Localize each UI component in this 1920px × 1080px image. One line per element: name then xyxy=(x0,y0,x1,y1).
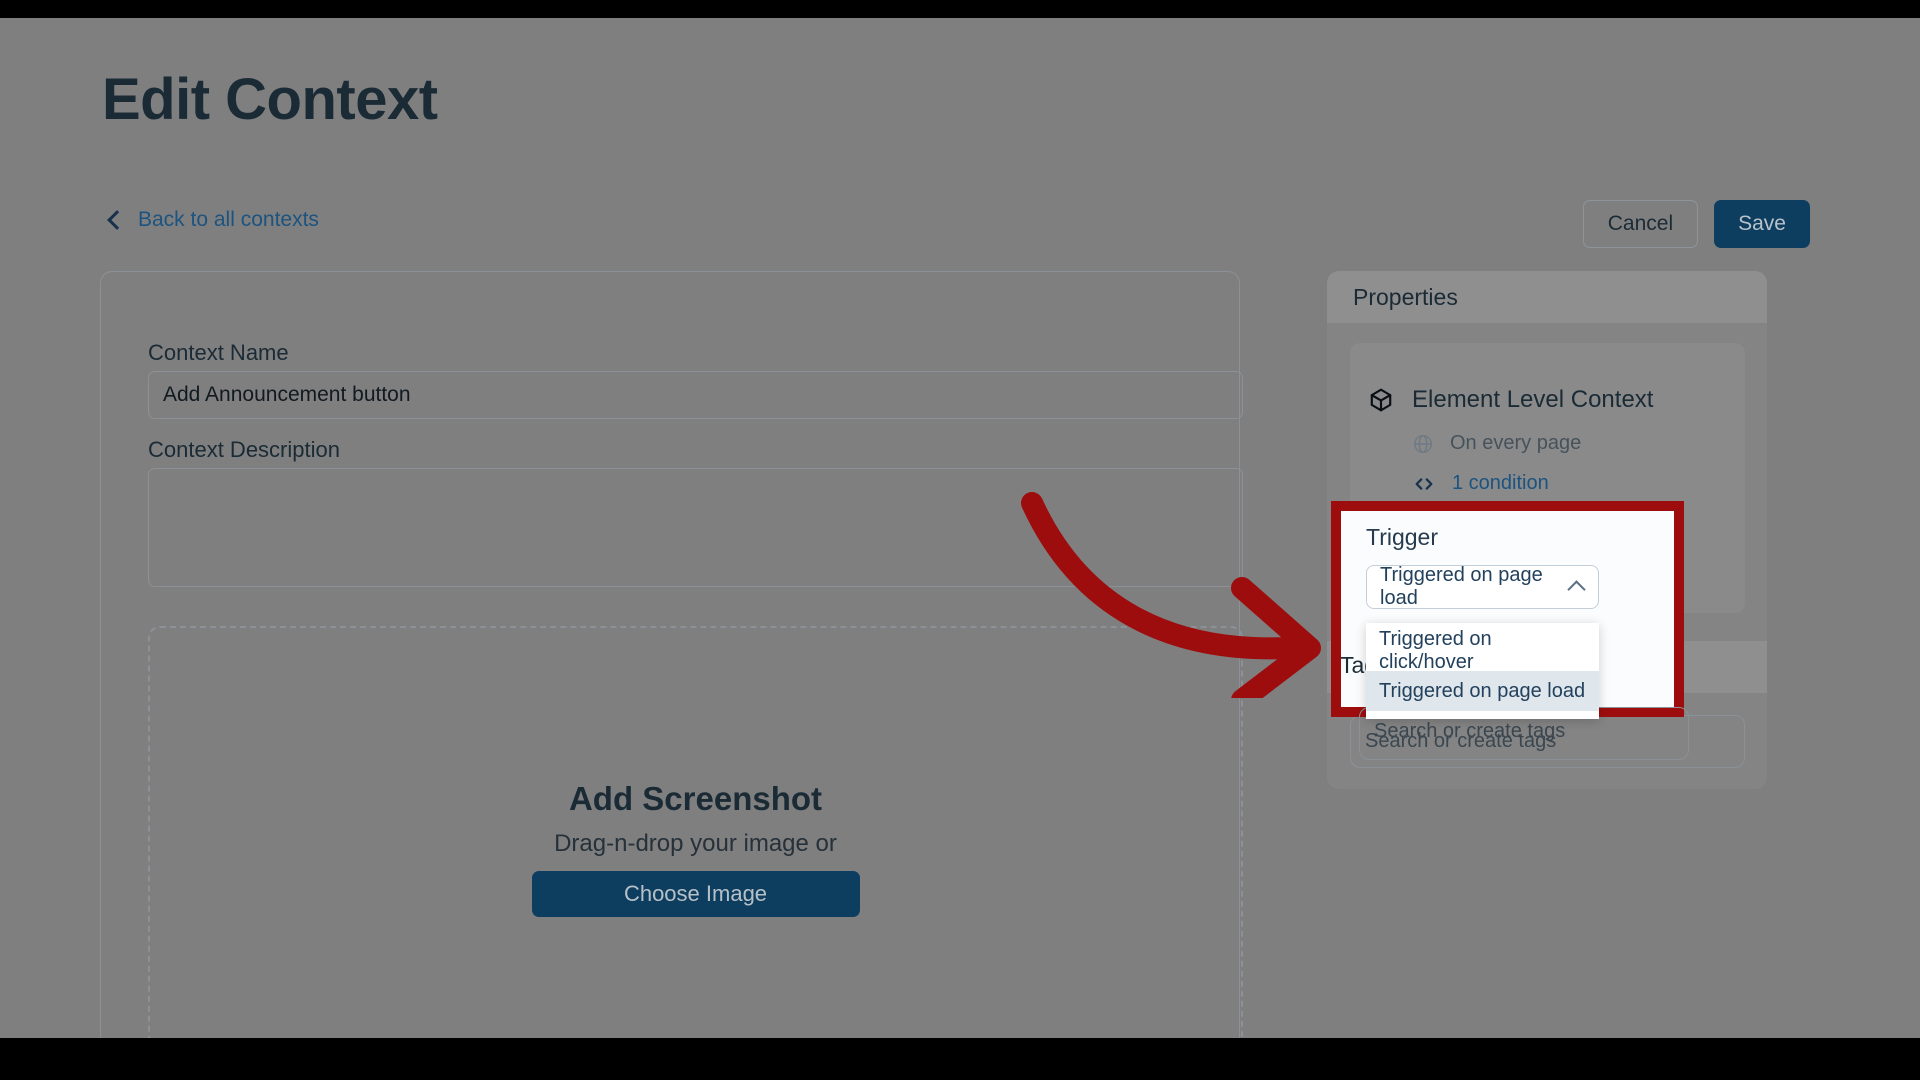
cube-icon xyxy=(1368,387,1394,413)
chevron-up-icon xyxy=(1567,580,1586,599)
trigger-popover: Tags Search or create tags Trigger Trigg… xyxy=(1341,511,1689,760)
context-description-label: Context Description xyxy=(148,437,340,462)
page-body: Edit Context Back to all contexts Cancel… xyxy=(0,18,1920,1038)
choose-image-button[interactable]: Choose Image xyxy=(531,871,860,917)
screenshot-dropzone[interactable]: Add Screenshot Drag-n-drop your image or… xyxy=(148,626,1243,1038)
code-brackets-icon xyxy=(1412,473,1436,495)
tags-header-clipped: Tags xyxy=(1341,639,1366,691)
context-name-input[interactable] xyxy=(148,371,1243,419)
scope-label: On every page xyxy=(1450,432,1582,454)
save-button[interactable]: Save xyxy=(1714,200,1810,248)
globe-icon xyxy=(1412,433,1434,455)
trigger-option-click-hover[interactable]: Triggered on click/hover xyxy=(1366,628,1599,673)
trigger-options-menu: Triggered on click/hover Triggered on pa… xyxy=(1366,623,1599,719)
back-link-label: Back to all contexts xyxy=(138,208,319,231)
letterbox-top xyxy=(0,0,1920,18)
trigger-highlight-box: Tags Search or create tags Trigger Trigg… xyxy=(1331,501,1689,760)
header-actions: Cancel Save xyxy=(1582,200,1810,248)
condition-row[interactable]: 1 condition xyxy=(1412,472,1549,495)
trigger-option-page-load[interactable]: Triggered on page load xyxy=(1366,671,1599,711)
condition-label: 1 condition xyxy=(1452,472,1549,494)
trigger-selected-value: Triggered on page load xyxy=(1380,564,1543,609)
page-title: Edit Context xyxy=(102,67,438,132)
element-level-context-row: Element Level Context xyxy=(1368,386,1653,414)
screen: Edit Context Back to all contexts Cancel… xyxy=(0,0,1920,1080)
element-level-context-label: Element Level Context xyxy=(1412,386,1654,413)
dropzone-subtitle: Drag-n-drop your image or xyxy=(554,830,837,857)
context-name-label: Context Name xyxy=(148,340,289,365)
trigger-select[interactable]: Triggered on page load xyxy=(1366,564,1599,609)
dropzone-title: Add Screenshot xyxy=(568,780,823,817)
letterbox-bottom xyxy=(0,1038,1920,1080)
trigger-label: Trigger xyxy=(1366,524,1438,550)
cancel-button[interactable]: Cancel xyxy=(1582,200,1699,248)
properties-panel-header: Properties xyxy=(1327,271,1767,323)
back-to-all-contexts-link[interactable]: Back to all contexts xyxy=(107,208,319,232)
chevron-left-icon xyxy=(107,209,127,230)
properties-title: Properties xyxy=(1353,284,1458,310)
scope-row: On every page xyxy=(1412,432,1581,455)
context-description-input[interactable] xyxy=(148,468,1243,587)
